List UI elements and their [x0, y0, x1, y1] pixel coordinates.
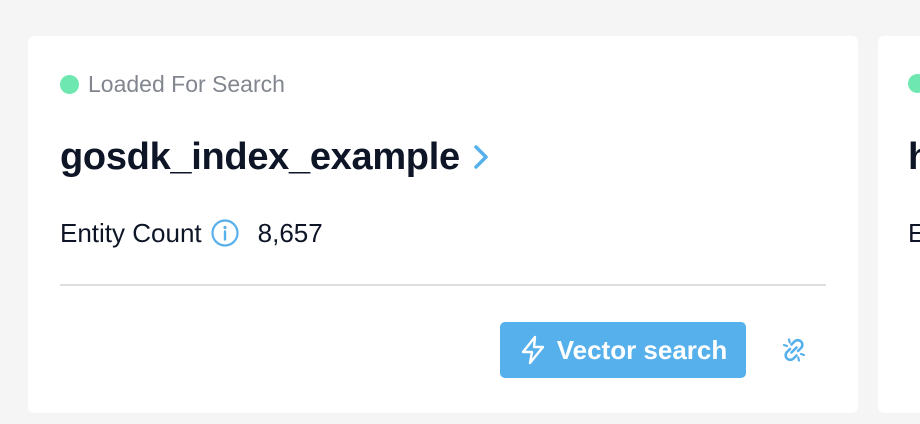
- info-icon[interactable]: [210, 218, 240, 248]
- status-indicator: Loaded For Search: [60, 71, 285, 97]
- status-dot: [60, 74, 79, 94]
- next-card-title[interactable]: h: [908, 134, 920, 180]
- bolt-icon: [519, 335, 547, 365]
- status-text: Loaded For Search: [88, 70, 285, 97]
- unlink-icon[interactable]: [778, 334, 810, 366]
- next-card-count-label: E: [908, 218, 920, 248]
- next-card-status-dot: [908, 74, 920, 93]
- collection-title[interactable]: gosdk_index_example: [60, 136, 460, 179]
- entity-count-label: Entity Count: [60, 217, 202, 248]
- entity-count-value: 8,657: [257, 217, 323, 248]
- chevron-right-icon[interactable]: [472, 143, 490, 171]
- vector-search-button[interactable]: Vector search: [500, 322, 746, 378]
- vector-search-label: Vector search: [556, 334, 728, 365]
- collection-title-row: gosdk_index_example: [60, 134, 490, 180]
- entity-count-row: Entity Count 8,657: [60, 216, 323, 250]
- card-divider: [60, 284, 826, 286]
